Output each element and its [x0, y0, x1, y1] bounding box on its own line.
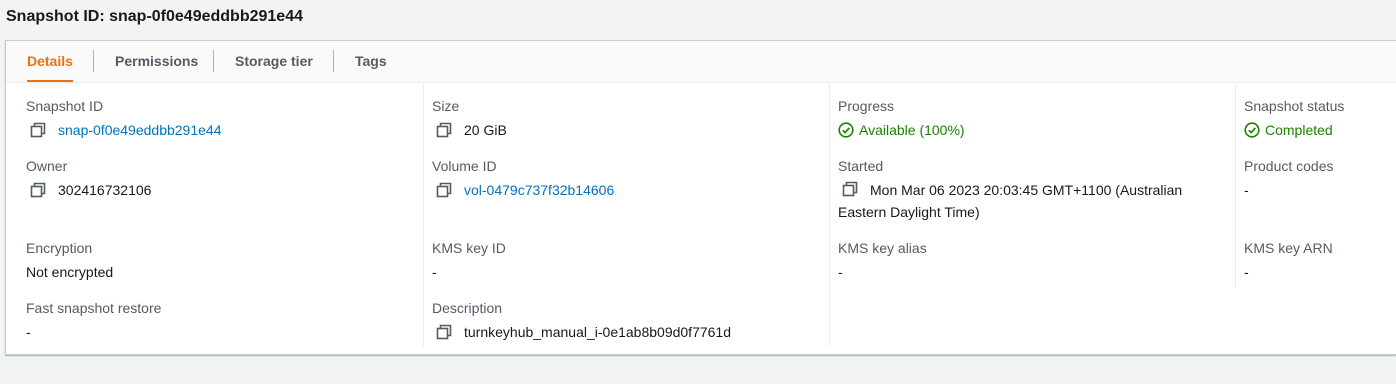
tab-details[interactable]: Details [27, 41, 73, 82]
description-value: turnkeyhub_manual_i-0e1ab8b09d0f7761d [464, 324, 731, 340]
status-badge: Completed [1265, 122, 1333, 138]
field-label: Size [432, 98, 460, 114]
field-kms-key-alias: KMS key alias - [838, 239, 927, 283]
field-label: Encryption [26, 240, 93, 256]
field-label: KMS key alias [838, 240, 927, 256]
field-started: Started Mon Mar 06 2023 20:03:45 GMT+110… [838, 157, 1208, 223]
column-divider [829, 82, 830, 347]
field-progress: Progress Available (100%) [838, 97, 965, 141]
copy-icon[interactable] [30, 182, 46, 198]
column-divider [1235, 82, 1236, 288]
field-fast-snapshot-restore: Fast snapshot restore - [26, 299, 161, 343]
tab-divider [93, 50, 94, 72]
tab-bar: Details Permissions Storage tier Tags [6, 41, 1396, 83]
field-value: Mon Mar 06 2023 20:03:45 GMT+1100 (Austr… [838, 179, 1208, 223]
kms-key-id-value: - [432, 264, 437, 280]
progress-value: Available (100%) [859, 122, 965, 138]
field-value: vol-0479c737f32b14606 [432, 179, 614, 201]
check-circle-icon [1244, 122, 1260, 138]
field-value: 20 GiB [432, 119, 507, 141]
field-encryption: Encryption Not encrypted [26, 239, 113, 283]
field-value: 302416732106 [26, 179, 151, 201]
field-label: Progress [838, 98, 895, 114]
field-label: Fast snapshot restore [26, 300, 162, 316]
copy-icon[interactable] [436, 122, 452, 138]
field-label: Started [838, 158, 884, 174]
tab-divider [213, 50, 214, 72]
column-divider [423, 82, 424, 347]
tab-storage-tier[interactable]: Storage tier [235, 41, 313, 81]
field-label: Snapshot status [1244, 98, 1345, 114]
field-owner: Owner 302416732106 [26, 157, 151, 201]
field-label: KMS key ARN [1244, 240, 1333, 256]
snapshot-id-link[interactable]: snap-0f0e49eddbb291e44 [58, 119, 222, 141]
fast-snapshot-restore-value: - [26, 324, 31, 340]
field-label: Volume ID [432, 158, 497, 174]
tab-permissions[interactable]: Permissions [115, 41, 198, 81]
details-panel: Details Permissions Storage tier Tags Sn… [5, 40, 1396, 355]
copy-icon[interactable] [842, 181, 858, 197]
copy-icon[interactable] [30, 122, 46, 138]
product-codes-value: - [1244, 182, 1249, 198]
encryption-value: Not encrypted [26, 264, 114, 280]
field-description: Description turnkeyhub_manual_i-0e1ab8b0… [432, 299, 731, 343]
kms-key-alias-value: - [838, 264, 843, 280]
field-value: turnkeyhub_manual_i-0e1ab8b09d0f7761d [432, 321, 731, 343]
field-kms-key-arn: KMS key ARN - [1244, 239, 1333, 283]
field-value: Completed [1244, 119, 1344, 141]
field-label: KMS key ID [432, 240, 506, 256]
field-value: Available (100%) [838, 119, 965, 141]
tab-divider [333, 50, 334, 72]
started-value: Mon Mar 06 2023 20:03:45 GMT+1100 (Austr… [838, 182, 1183, 220]
copy-icon[interactable] [436, 324, 452, 340]
volume-id-link[interactable]: vol-0479c737f32b14606 [464, 179, 614, 201]
field-label: Product codes [1244, 158, 1334, 174]
field-product-codes: Product codes - [1244, 157, 1334, 201]
copy-icon[interactable] [436, 182, 452, 198]
page-title: Snapshot ID: snap-0f0e49eddbb291e44 [6, 8, 303, 25]
field-snapshot-status: Snapshot status Completed [1244, 97, 1344, 141]
kms-key-arn-value: - [1244, 264, 1249, 280]
field-snapshot-id: Snapshot ID snap-0f0e49eddbb291e44 [26, 97, 222, 141]
field-kms-key-id: KMS key ID - [432, 239, 506, 283]
field-label: Snapshot ID [26, 98, 104, 114]
owner-value: 302416732106 [58, 182, 152, 198]
field-size: Size 20 GiB [432, 97, 507, 141]
check-circle-icon [838, 122, 854, 138]
size-value: 20 GiB [464, 122, 507, 138]
field-value: snap-0f0e49eddbb291e44 [26, 119, 222, 141]
field-volume-id: Volume ID vol-0479c737f32b14606 [432, 157, 614, 201]
field-label: Owner [26, 158, 68, 174]
tab-tags[interactable]: Tags [355, 41, 387, 81]
field-label: Description [432, 300, 503, 316]
